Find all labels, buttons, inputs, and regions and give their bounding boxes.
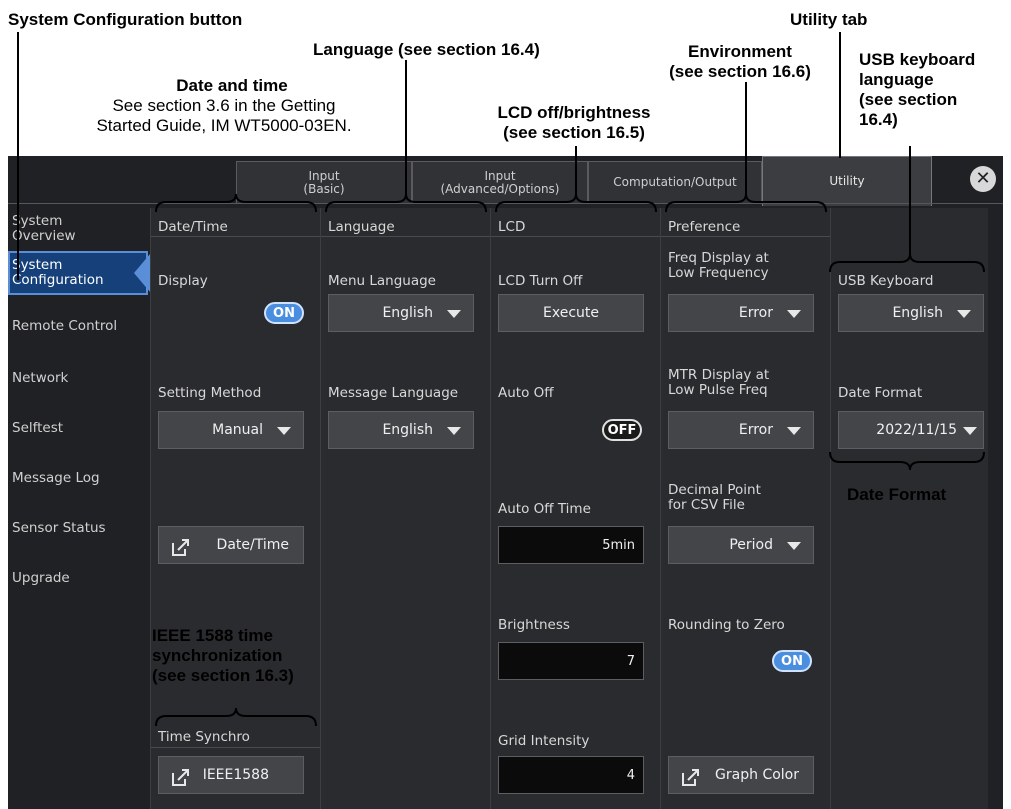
section-divider [321,236,490,237]
tab-utility[interactable]: Utility [762,156,932,206]
chevron-down-icon [787,427,801,435]
chevron-down-icon [787,542,801,550]
chevron-down-icon [787,310,801,318]
external-link-icon [171,535,191,571]
tab-input-basic[interactable]: Input (Basic) [236,161,412,203]
ieee1588-button[interactable]: IEEE1588 [158,756,304,794]
mtr-display-label: MTR Display at Low Pulse Freq [668,367,770,398]
callout-date-and-time: Date and time [176,76,288,95]
sidebar-item-message-log[interactable]: Message Log [8,471,152,486]
sidebar-item-system-overview[interactable]: System Overview [8,214,152,244]
tab-bar-divider [8,203,1003,204]
datetime-header: Date/Time [158,219,228,235]
decimal-point-label: Decimal Point for CSV File [668,482,761,513]
mtr-display-dropdown[interactable]: Error [668,411,814,449]
graph-color-button[interactable]: Graph Color [668,756,814,794]
callout-environment: Environment (see section 16.6) [669,42,811,81]
setting-method-label: Setting Method [158,385,262,401]
grid-intensity-label: Grid Intensity [498,733,590,749]
usb-keyboard-label: USB Keyboard [838,273,934,289]
callout-system-configuration-button: System Configuration button [8,10,243,29]
menu-language-label: Menu Language [328,273,436,289]
external-link-icon [171,765,191,801]
datetime-button[interactable]: Date/Time [158,526,304,564]
column-divider [490,208,491,809]
selection-arrow [134,254,150,292]
chevron-down-icon [963,427,977,435]
callout-utility-tab: Utility tab [790,10,868,29]
column-divider [660,208,661,809]
auto-off-time-field[interactable]: 5min [498,526,644,564]
language-header: Language [328,219,395,235]
lcd-execute-button[interactable]: Execute [498,294,644,332]
usb-keyboard-dropdown[interactable]: English [838,294,984,332]
tab-input-advanced[interactable]: Input (Advanced/Options) [412,161,588,203]
close-icon[interactable]: ✕ [970,166,996,192]
date-format-label: Date Format [838,385,923,401]
callout-lcd: LCD off/brightness (see section 16.5) [497,103,651,142]
section-divider [151,747,320,748]
section-divider [661,236,830,237]
external-link-icon [681,765,701,801]
section-divider [151,236,320,237]
chevron-down-icon [447,310,461,318]
callout-usb-keyboard-language: USB keyboard language (see section 16.4) [859,50,976,129]
column-divider [150,208,151,809]
menu-language-dropdown[interactable]: English [328,294,474,332]
section-divider [491,236,660,237]
column-divider [320,208,321,809]
callout-date-and-time-note: See section 3.6 in the Getting Started G… [96,96,352,135]
decimal-point-dropdown[interactable]: Period [668,526,814,564]
date-format-dropdown[interactable]: 2022/11/15 [838,411,984,449]
lcd-header: LCD [498,219,526,235]
callout-language: Language (see section 16.4) [313,40,540,59]
sidebar-item-system-configuration[interactable]: System Configuration [8,251,148,295]
sidebar-item-selftest[interactable]: Selftest [8,421,152,436]
chevron-down-icon [447,427,461,435]
utility-screen: Input (Basic) Input (Advanced/Options) Com… [8,156,1003,809]
lcd-turn-off-label: LCD Turn Off [498,273,583,289]
tab-computation-output[interactable]: Computation/Output [588,161,762,203]
display-label: Display [158,273,208,289]
auto-off-time-label: Auto Off Time [498,501,591,517]
preference-header: Preference [668,219,741,235]
time-synchro-header: Time Synchro [158,729,250,745]
callout-ieee1588: IEEE 1588 time synchronization (see sect… [152,626,294,685]
rounding-to-zero-toggle[interactable]: ON [772,650,812,672]
sidebar-item-sensor-status[interactable]: Sensor Status [8,521,152,536]
freq-display-label: Freq Display at Low Frequency [668,250,769,281]
auto-off-label: Auto Off [498,385,554,401]
chevron-down-icon [957,310,971,318]
rounding-to-zero-label: Rounding to Zero [668,617,785,633]
auto-off-toggle[interactable]: OFF [602,419,642,441]
display-toggle[interactable]: ON [264,302,304,324]
sidebar-item-remote-control[interactable]: Remote Control [8,319,152,334]
message-language-dropdown[interactable]: English [328,411,474,449]
sidebar-item-upgrade[interactable]: Upgrade [8,571,152,586]
setting-method-dropdown[interactable]: Manual [158,411,304,449]
sidebar-item-network[interactable]: Network [8,371,152,386]
brightness-field[interactable]: 7 [498,642,644,680]
grid-intensity-field[interactable]: 4 [498,756,644,794]
column-divider [830,208,831,809]
callout-date-format: Date Format [847,485,947,504]
freq-display-dropdown[interactable]: Error [668,294,814,332]
brightness-label: Brightness [498,617,570,633]
message-language-label: Message Language [328,385,459,401]
chevron-down-icon [277,427,291,435]
